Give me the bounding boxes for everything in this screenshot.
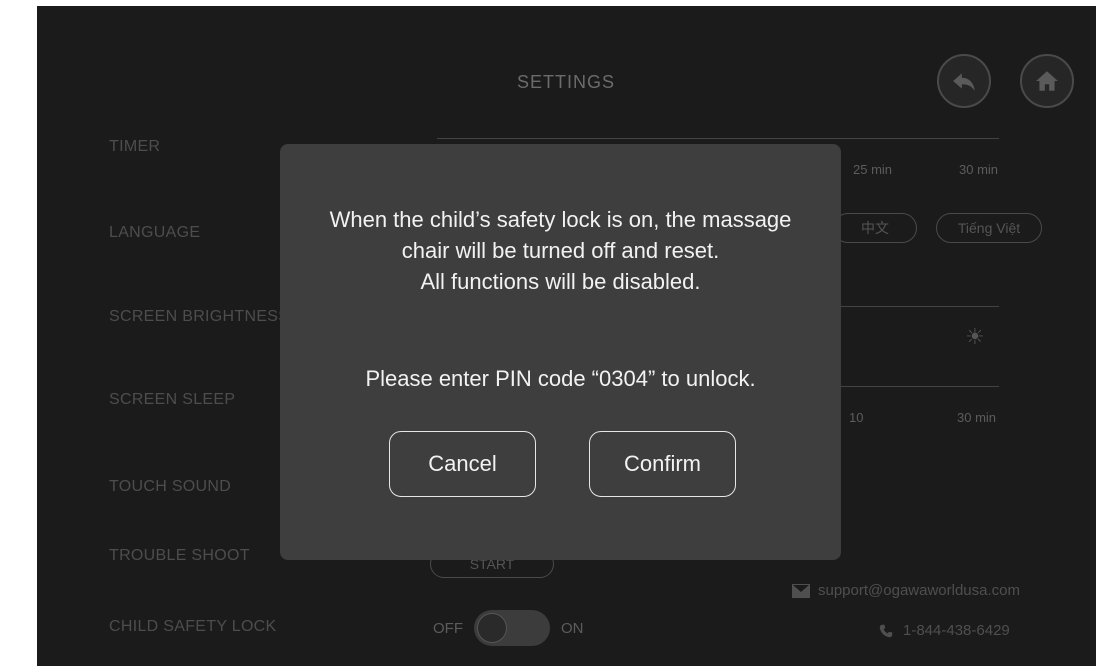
language-option-chinese[interactable]: 中文 — [833, 213, 917, 243]
toggle-on-label: ON — [561, 620, 584, 637]
sleep-tick: 10 — [849, 410, 864, 425]
support-phone: 1-844-438-6429 — [877, 622, 1010, 639]
timer-tick: 25 min — [853, 162, 893, 177]
toggle-off-label: OFF — [433, 620, 463, 637]
support-phone-text: 1-844-438-6429 — [903, 622, 1010, 639]
child-safety-lock-label: CHILD SAFETY LOCK — [109, 618, 277, 635]
settings-screen: SETTINGS TIMER 25 min 30 min LANGUAGE 中文… — [37, 6, 1096, 666]
envelope-icon — [792, 583, 810, 598]
child-safety-lock-toggle[interactable] — [474, 610, 550, 646]
toggle-knob — [477, 613, 507, 643]
language-option-vietnamese[interactable]: Tiếng Việt — [936, 213, 1042, 243]
screen-brightness-label: SCREEN BRIGHTNESS — [109, 308, 290, 325]
phone-icon — [879, 624, 893, 637]
safety-lock-dialog: When the child’s safety lock is on, the … — [280, 144, 841, 560]
trouble-shoot-label: TROUBLE SHOOT — [109, 547, 250, 564]
timer-tick: 30 min — [959, 162, 999, 177]
back-button[interactable] — [937, 54, 991, 108]
back-arrow-icon — [953, 73, 975, 91]
support-email: support@ogawaworldusa.com — [792, 582, 1020, 599]
confirm-button[interactable]: Confirm — [589, 431, 736, 497]
sleep-slider-track[interactable] — [837, 386, 999, 387]
home-icon — [1036, 71, 1058, 91]
screen-sleep-label: SCREEN SLEEP — [109, 391, 236, 408]
dialog-message-line: All functions will be disabled. — [420, 269, 701, 294]
brightness-sun-icon: ☀ — [965, 324, 985, 349]
dialog-message-line: When the child’s safety lock is on, the … — [329, 207, 792, 232]
dialog-pin-prompt: Please enter PIN code “0304” to unlock. — [365, 366, 756, 391]
touch-sound-label: TOUCH SOUND — [109, 478, 232, 495]
sleep-tick: 30 min — [957, 410, 997, 425]
timer-label: TIMER — [109, 138, 161, 155]
page-title: SETTINGS — [517, 72, 616, 92]
support-email-text: support@ogawaworldusa.com — [818, 582, 1020, 599]
cancel-button[interactable]: Cancel — [389, 431, 536, 497]
language-label: LANGUAGE — [109, 224, 201, 241]
timer-slider-track[interactable] — [437, 138, 999, 139]
dialog-message: When the child’s safety lock is on, the … — [280, 204, 841, 297]
home-button[interactable] — [1020, 54, 1074, 108]
dialog-message-line: chair will be turned off and reset. — [401, 238, 720, 263]
brightness-slider-track[interactable] — [837, 306, 999, 307]
